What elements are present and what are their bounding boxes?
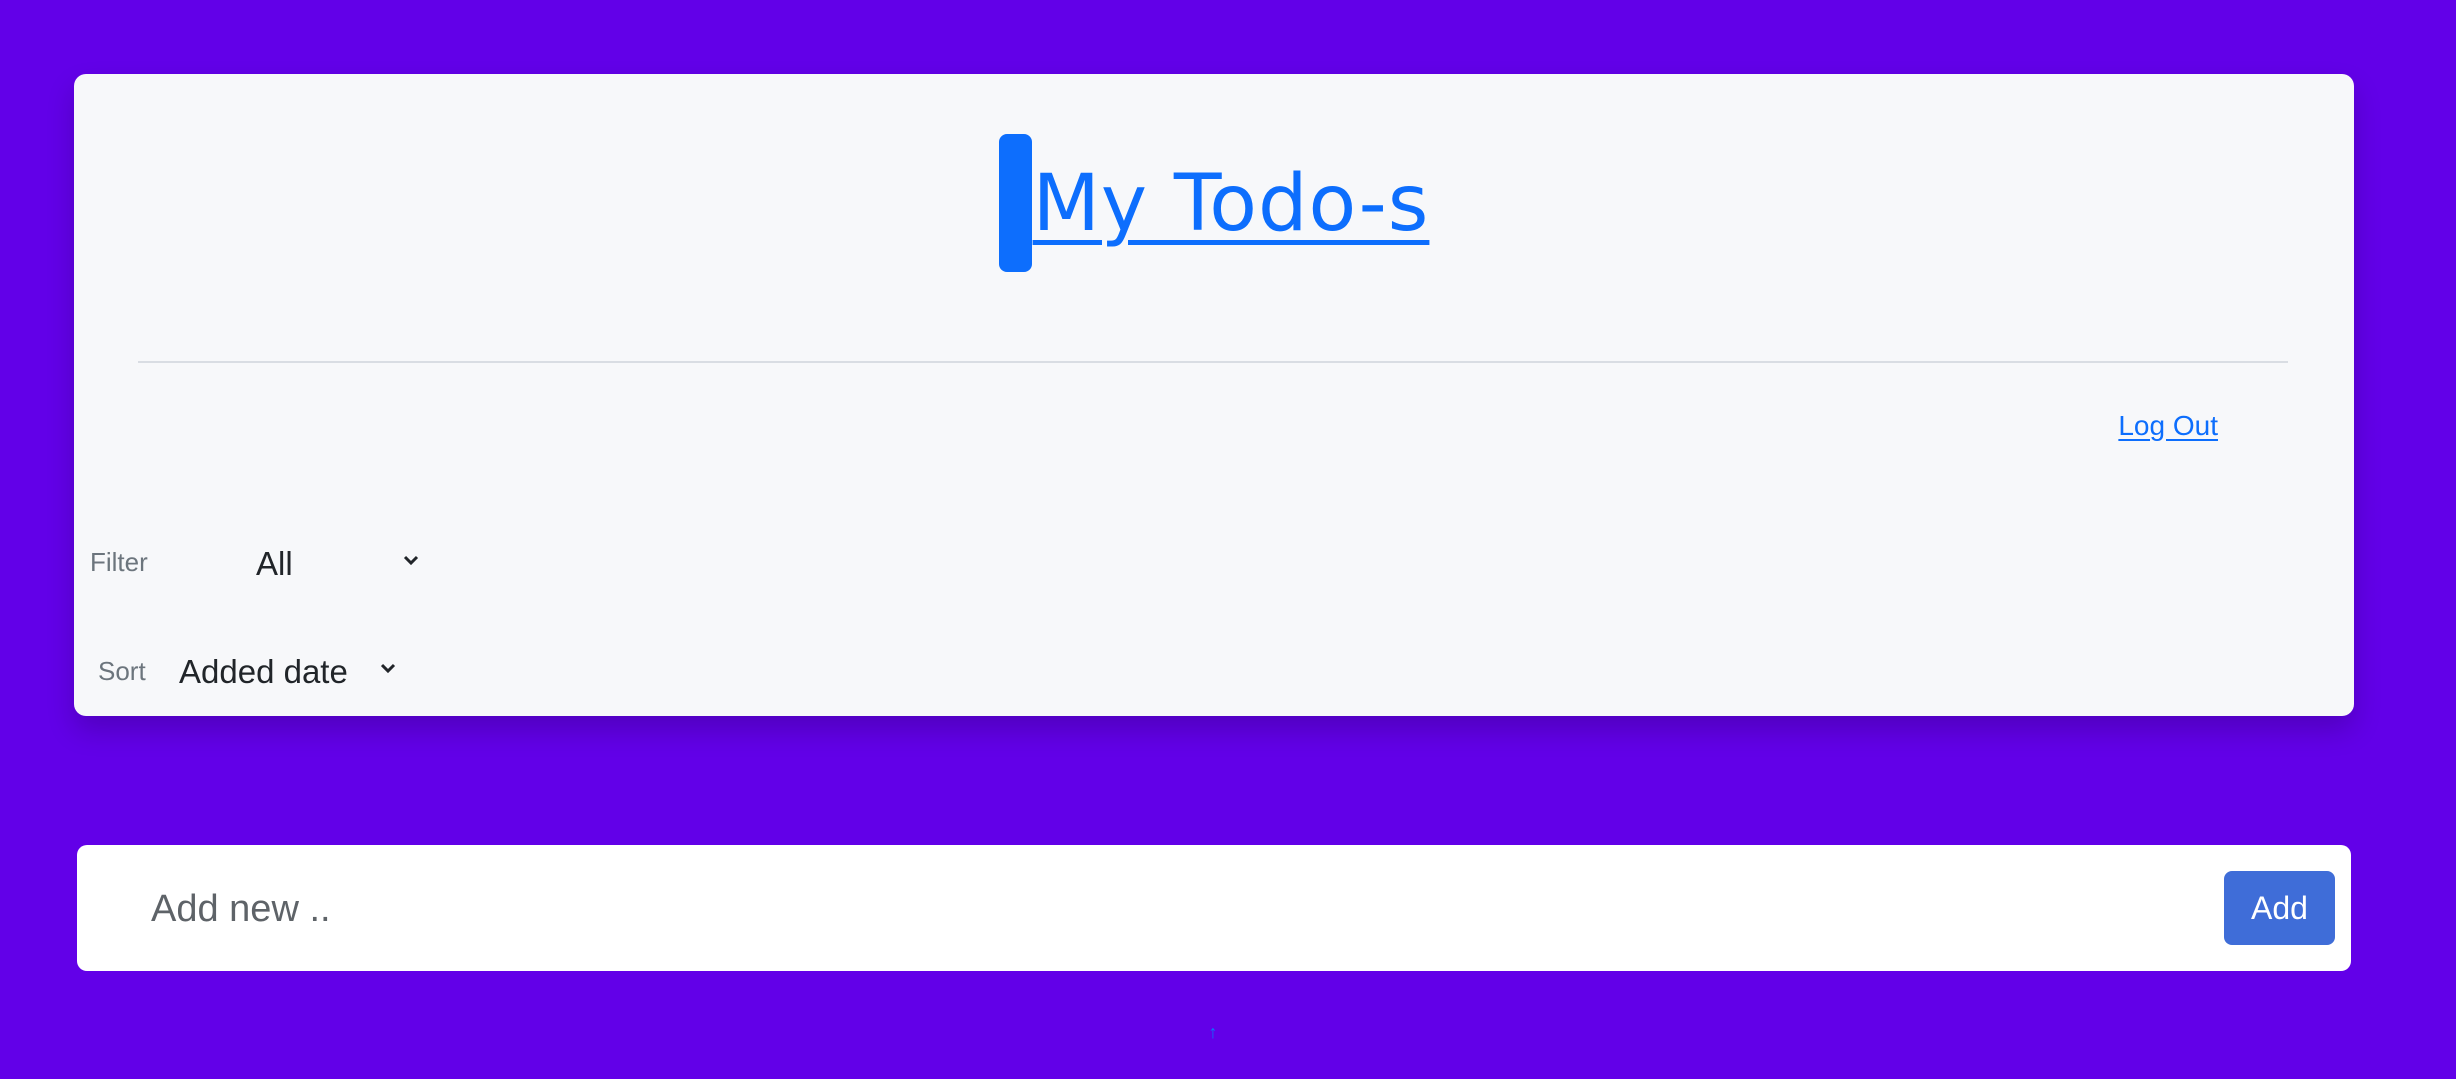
sort-select[interactable]: Added date [179, 647, 399, 697]
sort-selected-value: Added date [179, 653, 348, 690]
new-todo-input[interactable] [149, 875, 2173, 943]
page-title: My Todo-s [1032, 159, 1430, 249]
arrow-up-icon[interactable]: ↑ [1204, 1022, 1222, 1042]
add-todo-bar: Add [77, 845, 2351, 971]
text-cursor-block [998, 134, 1032, 272]
title-container: My Todo-s [74, 134, 2354, 274]
filter-selected-value: All [256, 545, 293, 582]
add-todo-button[interactable]: Add [2224, 871, 2335, 945]
chevron-down-icon [403, 555, 419, 566]
filter-label: Filter [90, 547, 148, 577]
logout-link[interactable]: Log Out [2118, 410, 2218, 442]
sort-label: Sort [98, 656, 146, 686]
filter-select[interactable]: All [256, 539, 426, 589]
page-title-link[interactable]: My Todo-s [998, 134, 1430, 274]
chevron-down-icon [380, 663, 396, 674]
todo-panel: My Todo-s Log Out Filter All Sort Added … [74, 74, 2354, 716]
header-divider [138, 361, 2288, 363]
